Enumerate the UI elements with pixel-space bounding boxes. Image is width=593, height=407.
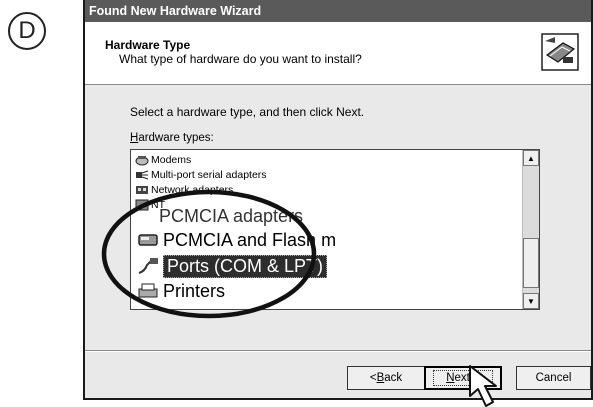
- scroll-down-button[interactable]: ▼: [523, 293, 539, 309]
- step-letter-badge: D: [8, 12, 46, 50]
- back-button[interactable]: < Back: [347, 366, 425, 390]
- highlight-ellipse: [101, 189, 317, 319]
- serial-adapter-icon: [136, 170, 149, 179]
- cancel-button[interactable]: Cancel: [516, 366, 591, 390]
- scroll-thumb[interactable]: [523, 238, 539, 288]
- header-title: Hardware Type: [105, 38, 191, 52]
- header-subtitle: What type of hardware do you want to ins…: [119, 52, 362, 66]
- hardware-card-icon: [541, 33, 579, 71]
- list-item-modems[interactable]: Modems: [135, 152, 191, 167]
- mouse-pointer-icon: [469, 365, 497, 407]
- window-title: Found New Hardware Wizard: [85, 0, 591, 22]
- modem-icon: [135, 155, 149, 165]
- list-item-multi-port-serial[interactable]: Multi-port serial adapters: [135, 167, 267, 182]
- instruction-text: Select a hardware type, and then click N…: [130, 105, 365, 119]
- button-separator: [85, 350, 591, 352]
- scroll-up-button[interactable]: ▲: [523, 150, 539, 166]
- wizard-header: Hardware Type What type of hardware do y…: [85, 22, 591, 85]
- hardware-types-label: Hardware types:: [130, 132, 214, 144]
- listbox-scrollbar[interactable]: ▲ ▼: [522, 150, 539, 309]
